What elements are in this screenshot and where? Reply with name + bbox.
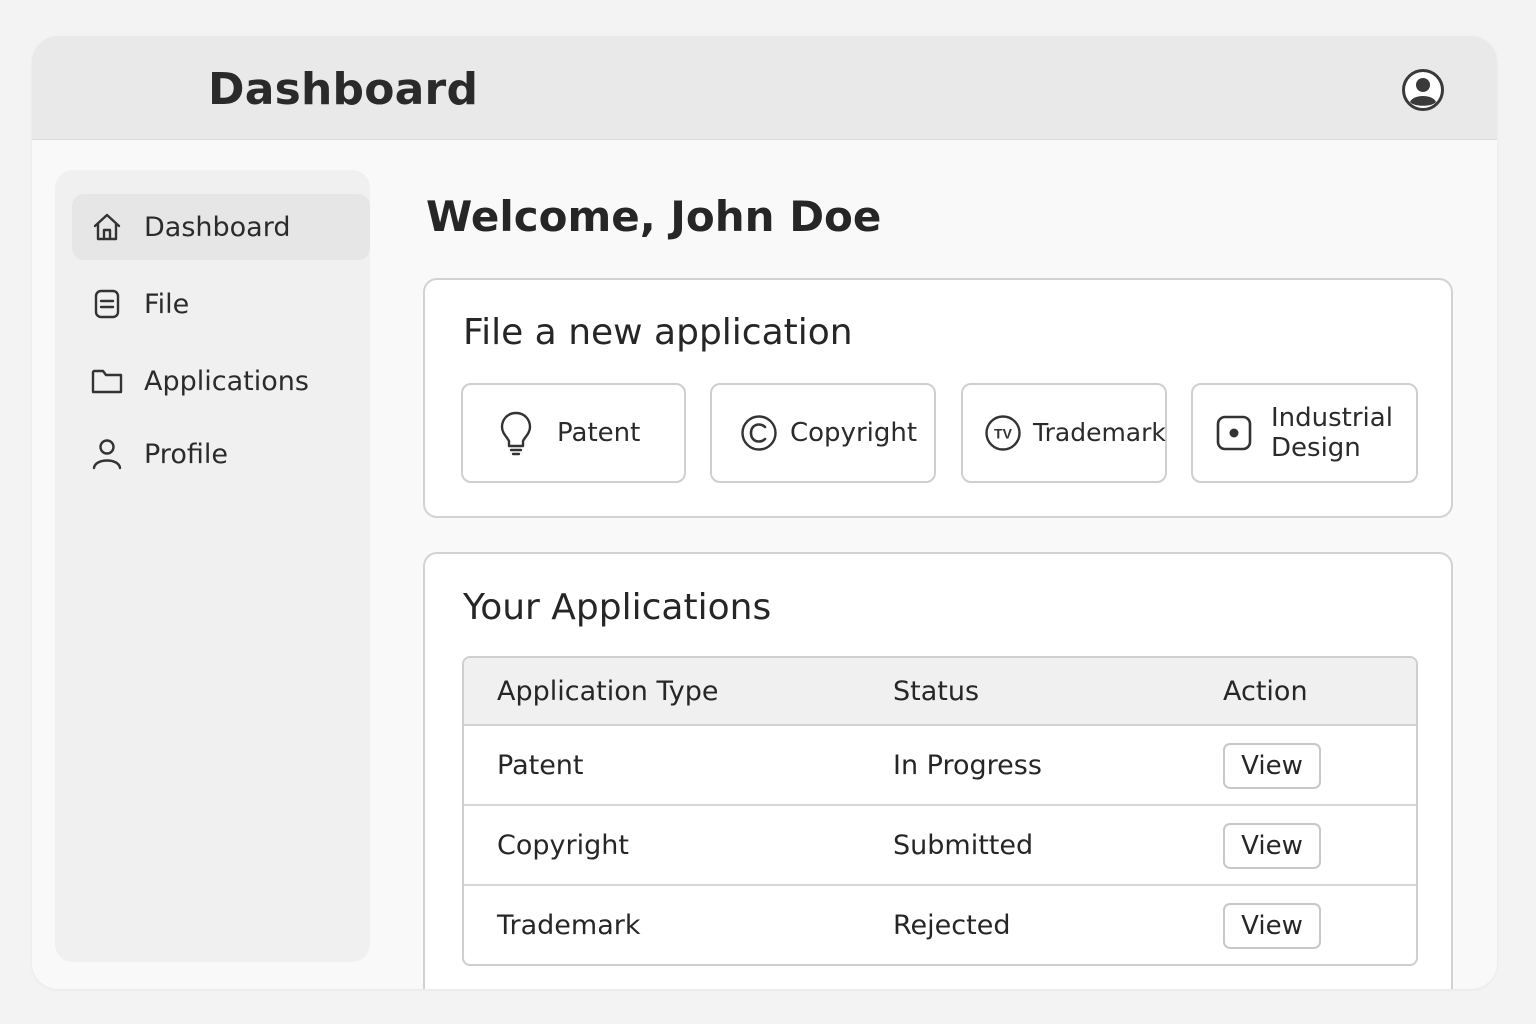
lightbulb-icon (496, 410, 536, 456)
app-title: Dashboard (208, 64, 479, 115)
sidebar-item-label: Dashboard (144, 211, 291, 243)
person-icon (90, 437, 124, 471)
applications-card: Your Applications Application Type Statu… (423, 552, 1453, 989)
view-button[interactable]: View (1223, 903, 1321, 949)
industrial-design-label: Industrial Design (1271, 403, 1393, 463)
table-row: Patent In Progress View (464, 726, 1416, 806)
cell-type: Patent (497, 750, 584, 781)
cell-type: Copyright (497, 830, 629, 861)
cell-status: Submitted (893, 830, 1034, 861)
svg-text:TV: TV (994, 426, 1013, 442)
sidebar-item-label: Applications (144, 365, 309, 397)
design-square-icon (1215, 414, 1253, 452)
trademark-icon: TV (984, 414, 1022, 452)
table-row: Copyright Submitted View (464, 806, 1416, 886)
document-icon (90, 287, 124, 321)
new-application-card: File a new application Patent Copyright (423, 278, 1453, 518)
column-header-action: Action (1223, 676, 1308, 707)
sidebar-item-applications[interactable]: Applications (72, 348, 370, 414)
folder-icon (90, 364, 124, 398)
copyright-button[interactable]: Copyright (710, 383, 936, 483)
patent-button[interactable]: Patent (461, 383, 686, 483)
column-header-status: Status (893, 676, 980, 707)
trademark-label: Trademark (1033, 418, 1166, 447)
view-button[interactable]: View (1223, 823, 1321, 869)
sidebar-item-dashboard[interactable]: Dashboard (72, 194, 370, 260)
cell-type: Trademark (497, 910, 641, 941)
sidebar-item-label: File (144, 288, 190, 320)
app-window: Dashboard Dashboard File Applications Pr… (32, 36, 1497, 989)
home-icon (90, 210, 124, 244)
user-circle-icon[interactable] (1401, 68, 1445, 112)
cell-status: In Progress (893, 750, 1042, 781)
sidebar-item-profile[interactable]: Profile (72, 421, 370, 487)
sidebar: Dashboard File Applications Profile (55, 170, 370, 962)
industrial-design-button[interactable]: Industrial Design (1191, 383, 1418, 483)
industrial-design-label-line2: Design (1271, 433, 1361, 463)
view-button[interactable]: View (1223, 743, 1321, 789)
trademark-button[interactable]: TV Trademark (961, 383, 1167, 483)
new-application-title: File a new application (463, 312, 853, 353)
sidebar-item-file[interactable]: File (72, 271, 370, 337)
industrial-design-label-line1: Industrial (1271, 403, 1393, 433)
copyright-label: Copyright (790, 418, 918, 448)
table-row: Trademark Rejected View (464, 886, 1416, 964)
copyright-icon (740, 414, 778, 452)
sidebar-item-label: Profile (144, 438, 228, 470)
applications-title: Your Applications (463, 587, 772, 628)
welcome-heading: Welcome, John Doe (426, 192, 882, 241)
patent-label: Patent (557, 418, 641, 448)
applications-table: Application Type Status Action Patent In… (462, 656, 1418, 966)
table-header: Application Type Status Action (464, 658, 1416, 726)
cell-status: Rejected (893, 910, 1011, 941)
top-bar: Dashboard (32, 36, 1497, 140)
column-header-type: Application Type (497, 676, 719, 707)
